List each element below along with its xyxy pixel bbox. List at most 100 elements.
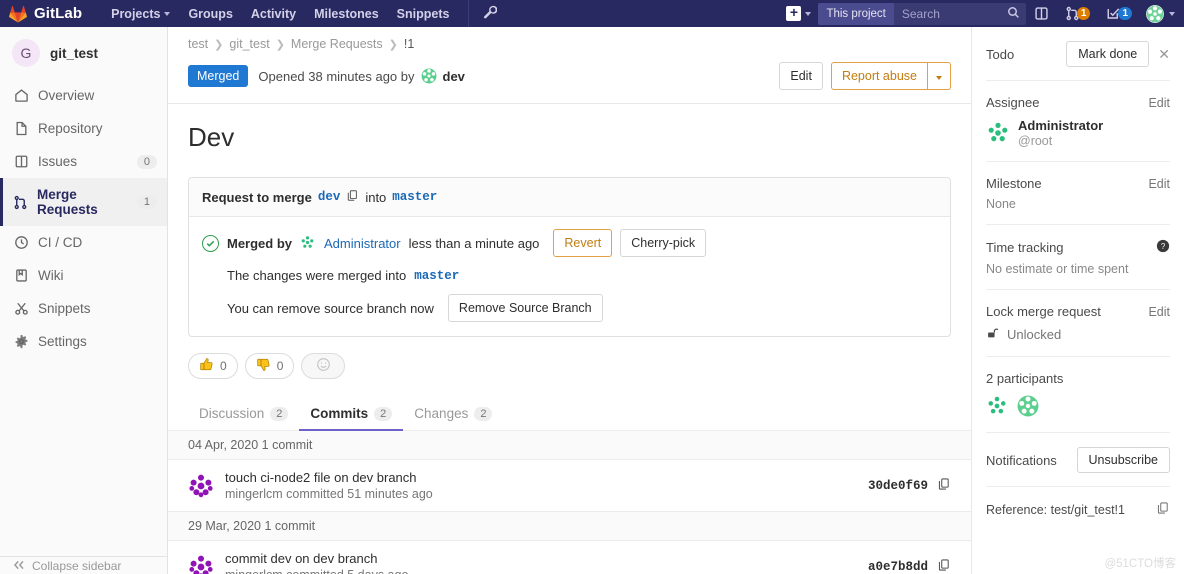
unsubscribe-button[interactable]: Unsubscribe — [1076, 447, 1170, 473]
lock-edit-button[interactable]: Edit — [1148, 305, 1170, 319]
lock-value: Unlocked — [1007, 327, 1062, 342]
gitlab-logo-home-link[interactable]: GitLab — [0, 5, 88, 23]
participants-label[interactable]: 2 participants — [986, 371, 1170, 386]
commit-sha[interactable]: 30de0f69 — [868, 479, 928, 493]
navbar-todos-button[interactable]: 1 — [1098, 0, 1140, 27]
merged-into-branch-link[interactable]: master — [414, 269, 459, 283]
mark-done-button[interactable]: Mark done — [1066, 41, 1150, 67]
avatar — [188, 472, 214, 499]
commit-actions: 30de0f69 — [868, 477, 951, 494]
sidebar-item-label: CI / CD — [38, 235, 83, 250]
tab-changes[interactable]: Changes 2 — [403, 399, 503, 430]
cherry-pick-button[interactable]: Cherry-pick — [620, 229, 707, 257]
tab-discussion[interactable]: Discussion 2 — [188, 399, 299, 430]
close-icon[interactable]: ✕ — [1158, 46, 1170, 63]
lock-block: Lock merge request Edit Unlocked — [986, 290, 1170, 357]
add-award-emoji-button[interactable] — [301, 353, 346, 379]
tab-count: 2 — [270, 406, 289, 421]
commit-row[interactable]: touch ci-node2 file on dev branch minger… — [168, 460, 971, 512]
breadcrumb: test ❯ git_test ❯ Merge Requests ❯ !1 — [168, 27, 971, 60]
tab-label: Commits — [310, 406, 369, 421]
user-menu-button[interactable] — [1140, 4, 1184, 23]
copy-icon[interactable] — [346, 189, 359, 205]
mr-author-link[interactable]: dev — [443, 69, 465, 84]
merged-by-label: Merged by — [227, 235, 293, 251]
breadcrumb-item-merge-requests[interactable]: Merge Requests — [291, 37, 383, 51]
commit-row[interactable]: commit dev on dev branch mingerlcm commi… — [168, 541, 971, 574]
thumbs-up-icon — [199, 357, 214, 375]
avatar[interactable] — [1017, 395, 1041, 419]
notifications-block: Notifications Unsubscribe — [986, 433, 1170, 487]
nav-item-groups[interactable]: Groups — [179, 2, 241, 26]
project-header-link[interactable]: G git_test — [0, 27, 167, 79]
target-branch-link[interactable]: master — [392, 190, 437, 204]
assignee-row: Assignee Edit — [986, 95, 1170, 110]
milestone-block: Milestone Edit None — [986, 162, 1170, 225]
breadcrumb-item-git-test[interactable]: git_test — [229, 37, 269, 51]
breadcrumb-item-test[interactable]: test — [188, 37, 208, 51]
milestone-row: Milestone Edit — [986, 176, 1170, 191]
copy-icon[interactable] — [1156, 501, 1170, 518]
merged-by-user-link[interactable]: Administrator — [324, 236, 401, 251]
sidebar-item-snippets[interactable]: Snippets — [0, 292, 167, 325]
revert-button[interactable]: Revert — [553, 229, 613, 257]
commit-title[interactable]: touch ci-node2 file on dev branch — [225, 470, 433, 485]
navbar-merge-requests-button[interactable]: 1 — [1057, 0, 1099, 27]
commit-sha[interactable]: a0e7b8dd — [868, 560, 928, 574]
edit-button[interactable]: Edit — [779, 62, 823, 90]
search-input[interactable]: Search — [893, 2, 1026, 25]
mr-header-actions: Edit Report abuse — [779, 62, 951, 90]
chevron-double-left-icon — [13, 559, 25, 573]
breadcrumb-current: !1 — [403, 37, 415, 51]
chevron-down-icon — [164, 11, 171, 16]
sidebar-item-label: Wiki — [38, 268, 64, 283]
gitlab-fox-icon — [8, 5, 28, 23]
notifications-row: Notifications Unsubscribe — [986, 447, 1170, 473]
new-item-button[interactable]: + — [782, 0, 818, 27]
source-branch-link[interactable]: dev — [318, 190, 341, 204]
sidebar-item-ci-cd[interactable]: CI / CD — [0, 226, 167, 259]
award-thumbs-up-button[interactable]: 0 — [188, 353, 238, 379]
nav-item-milestones[interactable]: Milestones — [305, 2, 388, 26]
collapse-sidebar-button[interactable]: Collapse sidebar — [0, 556, 167, 574]
copy-icon[interactable] — [937, 477, 951, 494]
merge-request-widget: Request to merge dev into master Merged … — [188, 177, 951, 337]
assignee-block: Assignee Edit Administrator @root — [986, 81, 1170, 162]
book-icon — [13, 268, 29, 283]
mr-right-sidebar: Todo Mark done ✕ Assignee Edit Administr… — [971, 27, 1184, 574]
report-abuse-dropdown-button[interactable] — [927, 62, 951, 90]
sidebar-item-issues[interactable]: Issues 0 — [0, 145, 167, 178]
wrench-icon[interactable] — [483, 5, 498, 22]
navbar-todos-count: 1 — [1118, 7, 1132, 20]
milestone-edit-button[interactable]: Edit — [1148, 177, 1170, 191]
nav-item-projects[interactable]: Projects — [102, 2, 179, 26]
search-placeholder: Search — [901, 6, 940, 21]
navbar-issues-button[interactable] — [1026, 0, 1057, 27]
sidebar-item-overview[interactable]: Overview — [0, 79, 167, 112]
copy-icon[interactable] — [937, 558, 951, 574]
merged-by-row: Merged by Administrator less than a minu… — [202, 229, 937, 257]
assignee-edit-button[interactable]: Edit — [1148, 96, 1170, 110]
assignee-user[interactable]: Administrator @root — [986, 118, 1170, 148]
tab-commits[interactable]: Commits 2 — [299, 399, 404, 431]
nav-item-activity[interactable]: Activity — [242, 2, 305, 26]
report-abuse-button[interactable]: Report abuse — [830, 62, 927, 90]
avatar[interactable] — [986, 395, 1010, 419]
lock-status: Unlocked — [986, 326, 1170, 343]
sidebar-item-settings[interactable]: Settings — [0, 325, 167, 358]
tab-label: Changes — [414, 406, 469, 421]
gitlab-brand-name: GitLab — [34, 5, 83, 22]
help-circle-icon[interactable]: ? — [1156, 239, 1170, 256]
lock-row: Lock merge request Edit — [986, 304, 1170, 319]
sidebar-item-merge-requests[interactable]: Merge Requests 1 — [0, 178, 167, 226]
avatar — [188, 553, 214, 574]
remove-source-branch-button[interactable]: Remove Source Branch — [447, 294, 603, 322]
search-area: This project Search — [818, 0, 1026, 27]
commit-title[interactable]: commit dev on dev branch — [225, 551, 408, 566]
search-scope-badge[interactable]: This project — [818, 2, 894, 25]
award-thumbs-down-button[interactable]: 0 — [244, 353, 295, 379]
nav-item-snippets[interactable]: Snippets — [388, 2, 459, 26]
sidebar-item-repository[interactable]: Repository — [0, 112, 167, 145]
svg-text:?: ? — [1161, 242, 1166, 251]
sidebar-item-wiki[interactable]: Wiki — [0, 259, 167, 292]
